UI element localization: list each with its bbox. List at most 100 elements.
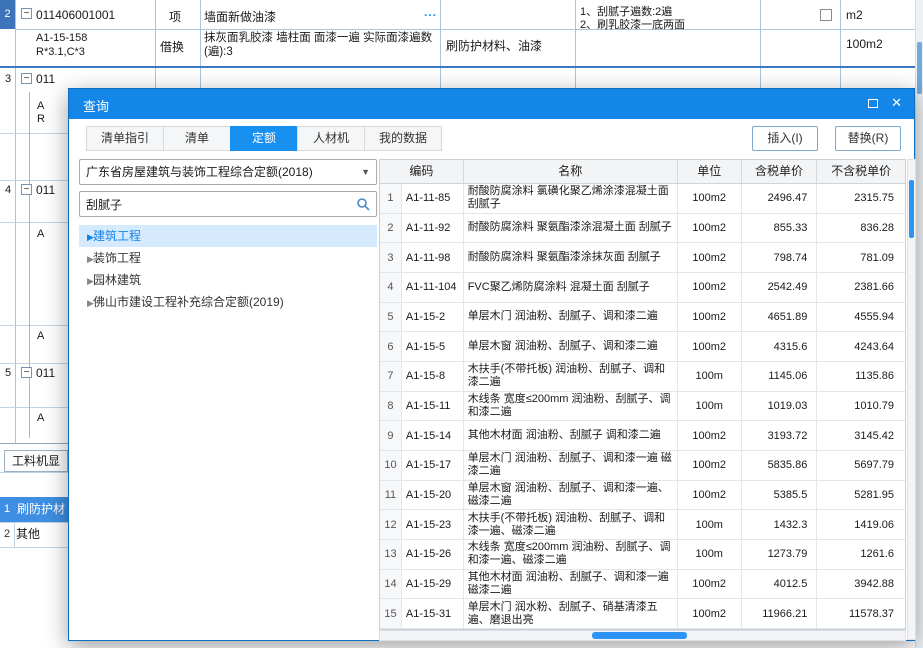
row-number[interactable]: 3	[5, 73, 11, 85]
quota-name: FVC聚乙烯防腐涂料 混凝土面 刮腻子	[464, 272, 678, 302]
quota-row[interactable]: 14 A1-15-29 其他木材面 润油粉、刮腻子、调和漆一遍 磁漆二遍 100m2 4…	[380, 569, 905, 600]
row-number[interactable]: 2	[0, 522, 14, 547]
grid-line	[14, 522, 15, 547]
main-vertical-scrollbar[interactable]	[915, 0, 923, 648]
table-horizontal-scrollbar[interactable]	[379, 630, 906, 641]
material-cell[interactable]: 其他	[16, 522, 40, 547]
quota-table-header: 编码 名称 单位 含税单价 不含税单价	[380, 160, 906, 184]
tax-price: 4012.5	[742, 569, 818, 599]
row-number: 8	[380, 391, 402, 421]
quota-name: 单层木窗 润油粉、刮腻子、调和漆一遍、磁漆二遍	[464, 480, 678, 510]
quota-row[interactable]: 9 A1-15-14 其他木材面 润油粉、刮腻子 调和漆二遍 100m2 3193.72…	[380, 421, 905, 451]
collapse-icon[interactable]: −	[21, 8, 32, 19]
tab-my-data[interactable]: 我的数据	[364, 126, 442, 151]
quota-name: 单层木窗 润油粉、刮腻子、调和漆二遍	[464, 332, 678, 361]
quota-row[interactable]: 11 A1-15-20 单层木窗 润油粉、刮腻子、调和漆一遍、磁漆二遍 100m2 53…	[380, 480, 905, 511]
quota-unit: 100m2	[678, 243, 742, 272]
partial-code: R	[37, 113, 45, 125]
row-checkbox[interactable]	[820, 9, 832, 21]
notax-price: 1261.6	[860, 548, 895, 561]
tax-price: 855.33	[742, 213, 818, 243]
quota-name: 耐酸防腐涂料 聚氨酯漆涂混凝土面 刮腻子	[464, 213, 678, 243]
quota-unit: 100m	[678, 539, 742, 569]
row-number[interactable]: 4	[5, 184, 11, 196]
material-cell[interactable]: 刷防护材	[14, 497, 68, 522]
header-notax-price[interactable]: 不含税单价	[817, 160, 906, 184]
tree-item-decoration-works[interactable]: ▶装饰工程	[79, 247, 377, 269]
grid-line	[760, 0, 761, 88]
quota-row[interactable]: 12 A1-15-23 木扶手(不带托板) 润油粉、刮腻子、调和漆一遍、磁漆二遍 10…	[380, 510, 905, 540]
quota-row[interactable]: 1 A1-11-85 耐酸防腐涂料 氯磺化聚乙烯涂漆混凝土面 刮腻子 100m2 249…	[380, 184, 905, 214]
tab-labor-material-machine[interactable]: 人材机	[297, 126, 365, 151]
quota-row[interactable]: 3 A1-11-98 耐酸防腐涂料 聚氨酯漆涂抹灰面 刮腻子 100m2 798.74 7…	[380, 243, 905, 273]
replace-button[interactable]: 替换(R)	[835, 126, 901, 151]
maximize-icon[interactable]	[868, 99, 878, 108]
quota-code: A1-15-11	[402, 391, 464, 421]
work-content: 刷防护材料、油漆	[446, 39, 543, 53]
quota-row[interactable]: 10 A1-15-17 单层木门 润油粉、刮腻子、调和漆一遍 磁漆二遍 100m2 58…	[380, 450, 905, 481]
unit-cell: m2	[846, 8, 863, 22]
search-icon[interactable]	[356, 197, 370, 211]
row-number[interactable]: 1	[0, 497, 14, 522]
scrollbar-thumb[interactable]	[909, 180, 914, 238]
tab-material-display[interactable]: 工料机显	[4, 450, 68, 472]
quota-name: 抹灰面乳胶漆 墙柱面 面漆一遍 实际面漆遍数(遍):3	[204, 32, 433, 58]
quota-name: 木线条 宽度≤200mm 润油粉、刮腻子、调和漆二遍	[464, 391, 678, 421]
row-number: 11	[380, 480, 402, 510]
quota-row[interactable]: 5 A1-15-2 单层木门 润油粉、刮腻子、调和漆二遍 100m2 4651.89 45…	[380, 302, 905, 333]
notax-price: 5697.79	[854, 459, 895, 472]
row-number: 7	[380, 361, 402, 391]
tree-item-building-works[interactable]: ▶建筑工程	[79, 225, 377, 247]
notax-price: 4243.64	[854, 340, 895, 353]
quota-row[interactable]: 8 A1-15-11 木线条 宽度≤200mm 润油粉、刮腻子、调和漆二遍 100m 1…	[380, 391, 905, 422]
quota-row[interactable]: 13 A1-15-26 木线条 宽度≤200mm 润油粉、刮腻子、调和漆一遍、磁漆二…	[380, 539, 905, 570]
cell-more-button[interactable]: ...	[424, 5, 437, 19]
notax-price: 5281.95	[854, 488, 895, 501]
tab-list-guide[interactable]: 清单指引	[86, 126, 164, 151]
collapse-icon[interactable]: −	[21, 184, 32, 195]
grid-line	[0, 133, 68, 134]
quota-library-select[interactable]: 广东省房屋建筑与装饰工程综合定额(2018) ▼	[79, 159, 377, 185]
scrollbar-thumb[interactable]	[917, 42, 922, 94]
quota-name: 耐酸防腐涂料 氯磺化聚乙烯涂漆混凝土面 刮腻子	[464, 184, 678, 213]
chevron-down-icon: ▼	[361, 167, 370, 177]
quota-row[interactable]: 2 A1-11-92 耐酸防腐涂料 聚氨酯漆涂混凝土面 刮腻子 100m2 855.33…	[380, 213, 905, 244]
tree-item-foshan-supplement[interactable]: ▶佛山市建设工程补充综合定额(2019)	[79, 291, 377, 313]
quota-code: A1-11-98	[402, 243, 464, 272]
quota-unit: 100m2	[678, 213, 742, 243]
quota-unit: 100m2	[678, 184, 742, 213]
grid-line	[200, 0, 201, 88]
header-tax-price[interactable]: 含税单价	[741, 160, 818, 184]
quota-unit: 100m2	[678, 480, 742, 510]
scrollbar-thumb[interactable]	[592, 632, 687, 639]
tree-item-label: 园林建筑	[93, 273, 142, 287]
tax-price: 1273.79	[742, 539, 818, 569]
search-input[interactable]	[86, 193, 346, 215]
notax-price: 1135.86	[855, 370, 895, 383]
insert-button[interactable]: 插入(I)	[752, 126, 818, 151]
quota-name: 其他木材面 润油粉、刮腻子、调和漆一遍 磁漆二遍	[464, 569, 678, 599]
tree-item-garden-works[interactable]: ▶园林建筑	[79, 269, 377, 291]
collapse-icon[interactable]: −	[21, 367, 32, 378]
notax-price: 1010.79	[854, 399, 895, 412]
tab-list[interactable]: 清单	[163, 126, 231, 151]
row-number[interactable]: 5	[5, 367, 11, 379]
table-vertical-scrollbar[interactable]	[907, 159, 916, 640]
close-icon[interactable]: ✕	[891, 95, 902, 111]
header-code[interactable]: 编码	[380, 160, 464, 184]
quota-row[interactable]: 15 A1-15-31 单层木门 润水粉、刮腻子、硝基清漆五遍、磨退出亮 100m2 1…	[380, 599, 905, 629]
header-unit[interactable]: 单位	[677, 160, 742, 184]
row-number[interactable]: 2	[0, 0, 15, 29]
collapse-icon[interactable]: −	[21, 73, 32, 84]
row-number: 13	[380, 539, 402, 569]
tax-price: 4651.89	[742, 302, 818, 332]
quota-row[interactable]: 4 A1-11-104 FVC聚乙烯防腐涂料 混凝土面 刮腻子 100m2 2542.4…	[380, 272, 905, 303]
grid-line	[0, 407, 68, 408]
quota-row[interactable]: 6 A1-15-5 单层木窗 润油粉、刮腻子、调和漆二遍 100m2 4315.6 424…	[380, 332, 905, 362]
header-name[interactable]: 名称	[463, 160, 678, 184]
tab-quota[interactable]: 定额	[230, 126, 298, 151]
chevron-right-icon: ▶	[87, 298, 94, 308]
dialog-titlebar[interactable]: 查询 ✕	[69, 89, 914, 119]
grid-line	[440, 0, 441, 88]
quota-row[interactable]: 7 A1-15-8 木扶手(不带托板) 润油粉、刮腻子、调和漆二遍 100m 1145.…	[380, 361, 905, 392]
